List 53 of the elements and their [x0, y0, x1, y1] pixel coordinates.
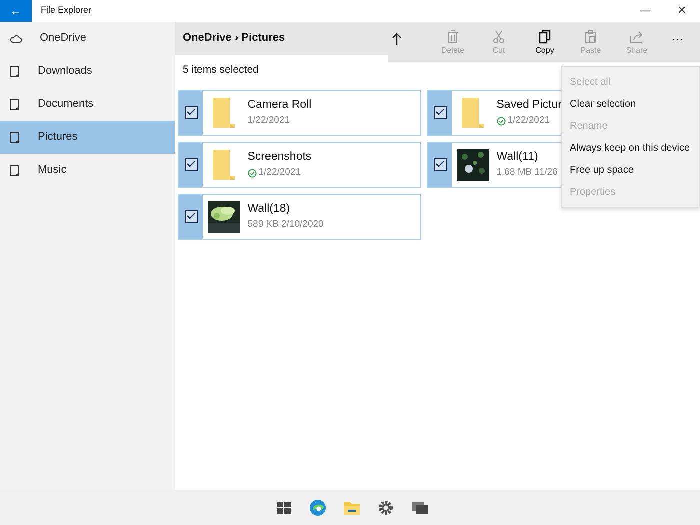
toolbar-button[interactable]: Copy — [522, 30, 568, 57]
file-card[interactable]: Wall(18) 589 KB 2/10/2020 — [178, 194, 421, 240]
check-icon — [186, 211, 196, 222]
sidebar-item[interactable]: Documents — [0, 88, 175, 121]
checkbox[interactable] — [184, 158, 198, 172]
check-icon — [434, 159, 444, 170]
sidebar-item[interactable]: Pictures — [0, 121, 175, 154]
close-button[interactable]: ✕ — [664, 0, 700, 22]
check-icon — [186, 107, 196, 118]
file-name: Saved Pictur — [496, 98, 562, 113]
sidebar-item[interactable]: OneDrive — [0, 22, 175, 55]
breadcrumb: OneDrive › Pictures — [183, 31, 286, 46]
drive-icon — [10, 132, 20, 143]
drive-icon — [10, 99, 20, 110]
file-details: 1/22/2021 — [508, 114, 550, 128]
check-icon — [186, 159, 196, 170]
checkbox[interactable] — [434, 106, 446, 120]
cloud-icon — [10, 34, 22, 43]
selection-status: 5 items selected — [183, 63, 259, 78]
file-details: 1/22/2021 — [248, 114, 290, 128]
taskbar-button[interactable] — [377, 498, 395, 516]
file-name: Screenshots — [248, 150, 312, 165]
file-details: 1/22/2021 — [258, 166, 302, 180]
window-title: File Explorer — [41, 4, 92, 18]
file-details: 1.68 MB 11/26 — [496, 166, 558, 180]
gear-icon — [377, 498, 395, 516]
file-details: 589 KB 2/10/2020 — [248, 218, 324, 232]
folder-icon — [212, 148, 236, 181]
file-card[interactable]: Screenshots 1/22/2021 — [178, 142, 421, 188]
folder-icon — [461, 96, 485, 129]
browser-icon — [309, 498, 327, 516]
checkbox[interactable] — [184, 106, 198, 120]
file-name: Wall(18) — [248, 202, 292, 217]
copy-icon — [538, 30, 552, 44]
file-name: Wall(11) — [496, 150, 540, 165]
checkbox[interactable] — [434, 158, 446, 172]
clipboard-icon — [584, 30, 598, 44]
file-card[interactable]: Camera Roll 1/22/2021 — [178, 90, 421, 136]
drive-icon — [10, 165, 20, 176]
share-icon — [630, 30, 644, 44]
scissors-icon — [492, 30, 506, 44]
minimize-button[interactable]: — — [628, 0, 664, 22]
up-arrow-icon — [392, 32, 402, 45]
checkbox[interactable] — [184, 210, 198, 224]
check-icon — [434, 107, 444, 118]
drive-icon — [10, 66, 20, 77]
back-button[interactable]: ← — [0, 0, 32, 22]
more-button[interactable]: ··· — [668, 30, 688, 48]
sidebar-item[interactable]: Music — [0, 154, 175, 187]
folder-icon — [212, 96, 236, 129]
file-name: Camera Roll — [248, 98, 312, 113]
trash-icon — [446, 30, 460, 44]
sidebar-item[interactable]: Downloads — [0, 55, 175, 88]
